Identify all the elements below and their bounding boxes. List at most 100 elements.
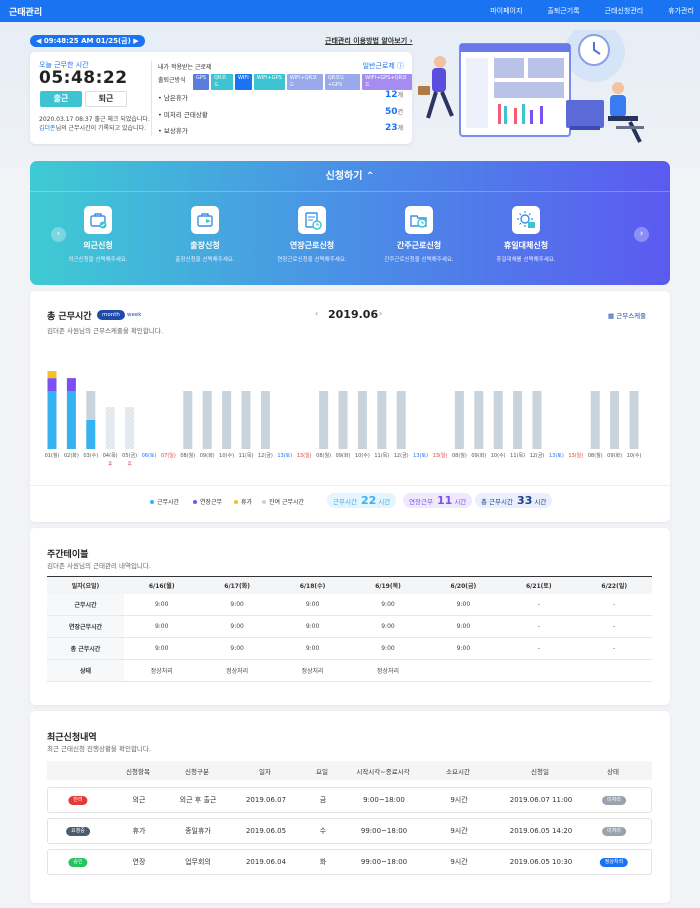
- table-cell: 외근: [132, 796, 146, 804]
- clock-in-button[interactable]: 출근: [40, 91, 82, 107]
- table-cell: 종일휴가: [185, 827, 211, 835]
- x-tick-label: 09(화): [336, 453, 351, 459]
- method-tag: QR코드+GPS: [324, 74, 361, 90]
- legend-dot: [193, 499, 197, 504]
- table-header: 시작시각~종료시각: [356, 767, 410, 776]
- legend-overtime: 연장근무: [193, 497, 222, 506]
- row-header: 연장근무시간: [47, 615, 124, 638]
- table-header-row: 일자(요일) 6/16(월) 6/17(화) 6/18(수) 6/19(목) 6…: [47, 576, 652, 594]
- table-header: 소요시간: [446, 767, 470, 776]
- table-row[interactable]: 요청중 휴가 종일휴가 2019.06.05 수 99:00~18:00 9시간…: [47, 818, 652, 844]
- table-header: 6/17(화): [199, 576, 275, 594]
- folder-clock-icon: [405, 206, 433, 234]
- request-item-title: 연장근로신청: [289, 241, 335, 250]
- chevron-right-icon[interactable]: ›: [634, 227, 649, 242]
- recording-note: 김더존님의 근무시간이 기록되고 있습니다.: [39, 123, 146, 132]
- worktime-sub: 김더존 사원님의 근무스케줄을 확인합니다.: [47, 327, 163, 335]
- table-cell: 정상처리: [124, 659, 200, 682]
- summary-value: 33: [517, 494, 533, 507]
- request-item-overtime[interactable]: 연장근로신청 연장근로신청을 선택해주세요.: [262, 206, 362, 263]
- nav-link-attendance-log[interactable]: 출퇴근기록: [547, 6, 579, 16]
- row-header: 총 근무시간: [47, 637, 124, 660]
- rule-link[interactable]: 일반근로제 ⓘ: [363, 61, 404, 71]
- table-cell: -: [501, 593, 577, 616]
- request-item-title: 간주근로신청: [396, 241, 442, 250]
- table-header: 일자: [259, 767, 271, 776]
- legend-worktime: 근무시간: [150, 497, 179, 506]
- legend-dot: [150, 499, 154, 504]
- table-cell: 9:00: [425, 593, 502, 616]
- table-cell: 정상처리: [274, 659, 351, 682]
- table-cell: 9:00~18:00: [363, 796, 405, 804]
- nav-link-request-manage[interactable]: 근태신청관리: [605, 6, 644, 16]
- divider: [30, 485, 670, 486]
- today-work-time: 05:48:22: [39, 68, 128, 88]
- app-logo[interactable]: 근태관리: [9, 5, 42, 18]
- table-cell: 9시간: [450, 858, 468, 866]
- request-item-business-trip[interactable]: 출장신청 출장신청을 선택해주세요.: [155, 206, 255, 263]
- nav-link-vacation[interactable]: 휴가관리: [668, 6, 694, 16]
- tab-week[interactable]: week: [122, 310, 146, 320]
- stat-value-comp-leave: 23개: [385, 123, 403, 133]
- table-row: 상태 정상처리 정상처리 정상처리 정상처리: [47, 659, 652, 682]
- stat-label-unprocessed: • 미처리 근태상황: [158, 111, 208, 119]
- x-tick-label: 08(월): [316, 452, 331, 459]
- request-item-outside-work[interactable]: 외근신청 외근신청을 선택해주세요.: [48, 206, 148, 263]
- clock-out-button[interactable]: 퇴근: [85, 91, 127, 107]
- x-tick-label: 11(목): [510, 453, 525, 459]
- recent-sub: 최근 근태신청 진행상황을 확인합니다.: [47, 745, 151, 753]
- x-tick-label: 10(수): [355, 453, 370, 459]
- method-tag: WIFI+QR코드: [286, 74, 323, 90]
- bar-segment: [66, 391, 76, 449]
- legend-dot: [262, 499, 266, 504]
- table-cell: 9:00: [425, 615, 502, 638]
- calendar-icon: ▦: [608, 312, 615, 320]
- howto-link[interactable]: 근태관리 이용방법 알아보기 ›: [325, 36, 412, 46]
- x-tick-label: 08(월): [180, 452, 195, 459]
- table-cell: 휴가: [132, 827, 146, 835]
- chevron-right-icon[interactable]: ▶: [133, 37, 138, 45]
- table-cell: 2019.06.05: [245, 827, 287, 835]
- weekly-sub: 김더존 사원님의 근태관리 내역입니다.: [47, 562, 151, 570]
- bar-segment: [357, 391, 367, 449]
- request-item-deemed-work[interactable]: 간주근로신청 간주근로신청을 선택해주세요.: [369, 206, 469, 263]
- chevron-left-icon[interactable]: ‹: [315, 309, 318, 318]
- nav-link-mypage[interactable]: 마이페이지: [490, 6, 522, 16]
- table-cell: 9:00: [274, 615, 351, 638]
- x-tick-label: 12(금): [530, 453, 545, 459]
- table-header: 6/22(일): [576, 576, 652, 594]
- divider: [151, 60, 152, 136]
- legend-dot: [234, 499, 238, 504]
- table-header: 6/19(목): [350, 576, 426, 594]
- table-cell: 2019.06.07: [245, 796, 287, 804]
- process-status-badge: 정상처리: [599, 857, 629, 867]
- worktime-card: 총 근무시간 month week 김더존 사원님의 근무스케줄을 확인합니다.…: [30, 291, 670, 522]
- table-cell: 정상처리: [350, 659, 426, 682]
- table-cell: 9시간: [450, 796, 468, 804]
- table-cell: 9:00: [199, 637, 275, 660]
- x-tick-label: 13(일): [568, 452, 583, 459]
- request-item-sub: 연장근로신청을 선택해주세요.: [277, 257, 347, 263]
- weekly-card: 주간테이블 김더존 사원님의 근태관리 내역입니다. 일자(요일) 6/16(월…: [30, 528, 670, 705]
- table-cell: 2019.06.04: [245, 858, 287, 866]
- briefcase-check-icon: [84, 206, 112, 234]
- request-item-holiday-swap[interactable]: 휴일대체신청 휴일대체를 선택해주세요.: [476, 206, 576, 263]
- request-panel-toggle[interactable]: 신청하기 ⌃: [30, 161, 670, 192]
- bar-segment: [66, 378, 76, 391]
- chevron-left-icon[interactable]: ◀: [36, 37, 41, 45]
- bar-segment: [493, 391, 503, 449]
- bar-segment: [86, 420, 96, 449]
- x-tick-label: 03(수): [83, 453, 98, 459]
- vacation-mark: 휴: [108, 461, 112, 467]
- table-row[interactable]: 반려 외근 외근 후 출근 2019.06.07 금 9:00~18:00 9시…: [47, 787, 652, 813]
- summary-label: 연장근무: [409, 498, 433, 506]
- today-info-card: 오늘 근무한 시간 05:48:22 출근 퇴근 2020.03.17 08:3…: [30, 52, 412, 144]
- summary-unit: 시간: [534, 498, 547, 506]
- top-nav: 근태관리 마이페이지 출퇴근기록 근태신청관리 휴가관리: [0, 0, 700, 22]
- summary-value: 11: [437, 494, 453, 507]
- tab-month[interactable]: month: [97, 310, 125, 320]
- chevron-right-icon[interactable]: ›: [379, 309, 382, 318]
- schedule-button[interactable]: ▦ 근무스케줄: [608, 310, 646, 320]
- table-header: 신청항목: [126, 767, 150, 776]
- table-row[interactable]: 승인 연장 업무회의 2019.06.04 화 99:00~18:00 9시간 …: [47, 849, 652, 875]
